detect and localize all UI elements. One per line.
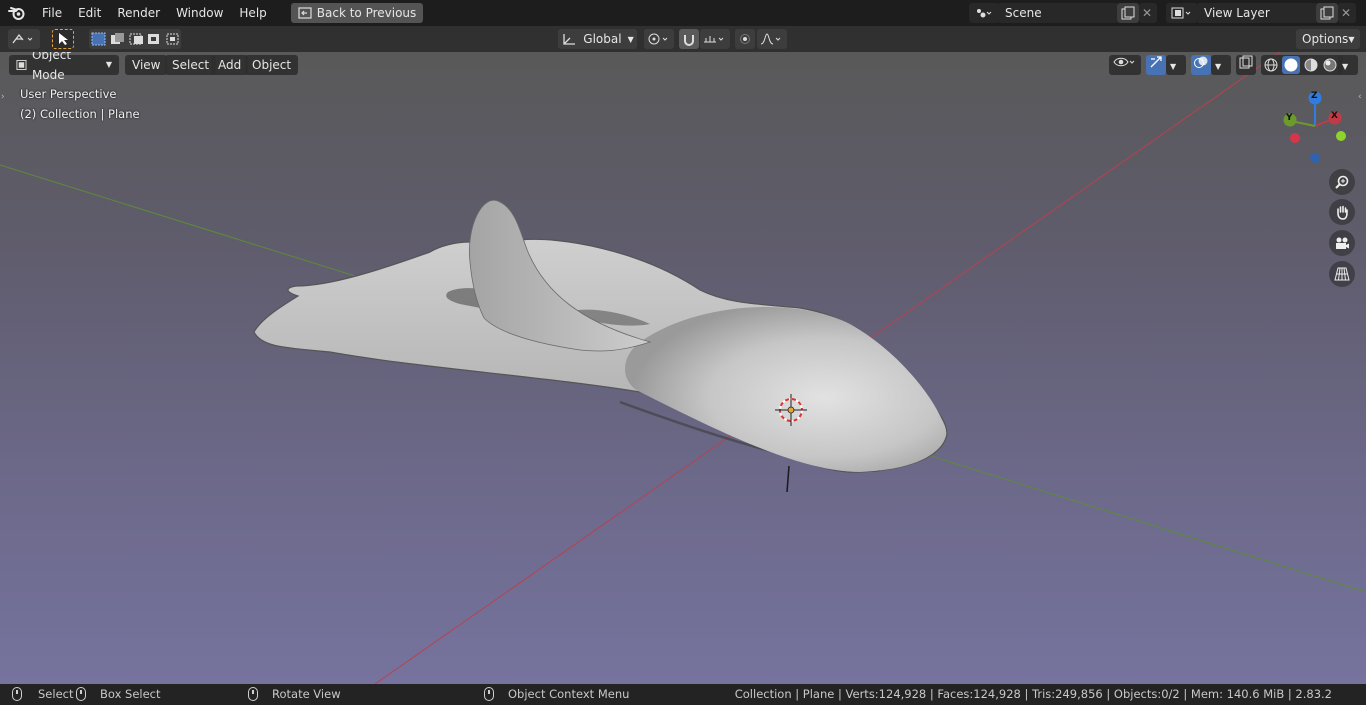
options-dropdown[interactable]: Options ▼ [1296, 29, 1360, 49]
proportional-falloff-dropdown[interactable] [757, 29, 787, 49]
back-to-previous-button[interactable]: Back to Previous [290, 3, 424, 23]
mouse-right-icon [484, 687, 494, 701]
chevron-down-icon[interactable]: ▼ [1338, 55, 1358, 75]
orientation-icon [563, 34, 576, 45]
sidebar-expand-icon[interactable]: ‹ [1358, 92, 1366, 106]
view-layer-selector[interactable]: View Layer ✕ [1166, 3, 1356, 23]
status-rotate-view-hint: Rotate View [248, 687, 341, 701]
scene-name-field[interactable]: Scene [999, 3, 1117, 23]
select-tool-icon[interactable] [52, 29, 74, 49]
visibility-dropdown[interactable] [1109, 55, 1141, 75]
wireframe-shading-icon[interactable] [1263, 57, 1279, 73]
viewport-scene [0, 52, 1366, 684]
remove-scene-icon[interactable]: ✕ [1139, 3, 1157, 23]
tool-header: Global ▼ Options ▼ [0, 26, 1366, 52]
new-scene-icon[interactable] [1117, 3, 1139, 23]
pivot-icon [648, 33, 668, 45]
eye-icon [1113, 57, 1135, 67]
editor-type-icon[interactable] [8, 29, 40, 49]
object-mode-label: Object Mode [31, 52, 72, 82]
material-shading-icon[interactable] [1303, 57, 1319, 73]
new-view-layer-icon[interactable] [1316, 3, 1338, 23]
3d-viewport[interactable]: Z X Y Object Mode ▼ View Select Add Obje… [0, 52, 1366, 684]
zoom-icon[interactable] [1329, 169, 1355, 195]
chevron-down-icon[interactable]: ▼ [1211, 55, 1231, 75]
chevron-down-icon: ▼ [105, 60, 112, 69]
mouse-middle-icon [248, 687, 258, 701]
gizmo-x-label: X [1331, 111, 1338, 121]
viewport-header: Object Mode ▼ View Select Add Object ▼ ▼… [0, 52, 1366, 82]
solid-shading-icon[interactable] [1282, 56, 1300, 74]
menu-edit[interactable]: Edit [70, 2, 109, 24]
status-context-menu-label: Object Context Menu [508, 687, 630, 701]
transform-orientation-dropdown[interactable]: Global ▼ [558, 29, 637, 49]
snap-increment-icon [704, 36, 724, 43]
falloff-curve-icon [760, 33, 781, 45]
scene-statistics: Collection | Plane | Verts:124,928 | Fac… [734, 687, 1332, 701]
object-mode-icon [16, 59, 27, 71]
gizmo-y-label: Y [1286, 113, 1293, 123]
snap-target-dropdown[interactable] [700, 29, 730, 49]
mouse-left-icon [12, 687, 22, 701]
collection-label: (2) Collection | Plane [20, 107, 140, 121]
status-box-select-label: Box Select [100, 687, 161, 701]
status-bar: Select Box Select Rotate View Object Con… [0, 684, 1366, 705]
orientation-label: Global [583, 32, 622, 46]
snap-toggle-icon[interactable] [679, 29, 699, 49]
back-icon [298, 7, 312, 19]
pan-hand-icon[interactable] [1329, 199, 1355, 225]
pivot-point-dropdown[interactable] [644, 29, 674, 49]
blender-logo-icon[interactable] [0, 0, 34, 26]
menu-help[interactable]: Help [231, 2, 274, 24]
object-menu[interactable]: Object [245, 55, 299, 75]
aircraft-mesh[interactable] [253, 199, 948, 493]
status-context-menu-hint: Object Context Menu [484, 687, 629, 701]
menu-render[interactable]: Render [109, 2, 168, 24]
view-layer-name-field[interactable]: View Layer [1198, 3, 1316, 23]
chevron-down-icon: ▼ [1348, 34, 1355, 44]
status-box-select-hint: Box Select [76, 687, 161, 701]
camera-icon[interactable] [1329, 230, 1355, 256]
gizmo-neg-y-axis [1336, 131, 1346, 141]
shading-mode-group [1261, 55, 1343, 75]
object-mode-dropdown[interactable]: Object Mode ▼ [9, 52, 119, 82]
view-layer-icon[interactable] [1166, 3, 1198, 23]
gizmo-neg-z-axis [1310, 153, 1320, 163]
mouse-drag-icon [76, 687, 86, 701]
gizmo-toggle-icon[interactable] [1146, 55, 1166, 75]
gizmo-neg-x-axis [1290, 133, 1300, 143]
status-select-label: Select [38, 687, 74, 701]
scene-icon[interactable] [969, 3, 999, 23]
status-select-hint: Select [12, 687, 73, 701]
proportional-editing-icon[interactable] [735, 29, 755, 49]
xray-toggle-icon[interactable] [1236, 55, 1256, 75]
add-menu[interactable]: Add [211, 55, 249, 75]
grid-perspective-icon[interactable] [1329, 261, 1355, 287]
select-menu[interactable]: Select [165, 55, 217, 75]
options-label: Options [1302, 32, 1349, 46]
overlays-toggle-icon[interactable] [1191, 55, 1211, 75]
rendered-shading-icon[interactable] [1322, 57, 1338, 73]
gizmo-z-label: Z [1311, 91, 1318, 101]
remove-view-layer-icon[interactable]: ✕ [1338, 3, 1356, 23]
menu-window[interactable]: Window [168, 2, 231, 24]
top-menu-bar: File Edit Render Window Help Back to Pre… [0, 0, 1366, 26]
back-to-previous-label: Back to Previous [316, 6, 417, 20]
view-menu[interactable]: View [125, 55, 168, 75]
chevron-down-icon[interactable]: ▼ [1166, 55, 1186, 75]
status-rotate-view-label: Rotate View [272, 687, 341, 701]
selection-mode-group [89, 29, 181, 49]
perspective-label: User Perspective [20, 87, 117, 101]
chevron-down-icon: ▼ [627, 34, 634, 44]
navigation-gizmo[interactable] [1283, 91, 1347, 164]
menu-file[interactable]: File [34, 2, 70, 24]
toolbar-expand-icon[interactable]: › [1, 92, 9, 106]
scene-selector[interactable]: Scene ✕ [969, 3, 1157, 23]
